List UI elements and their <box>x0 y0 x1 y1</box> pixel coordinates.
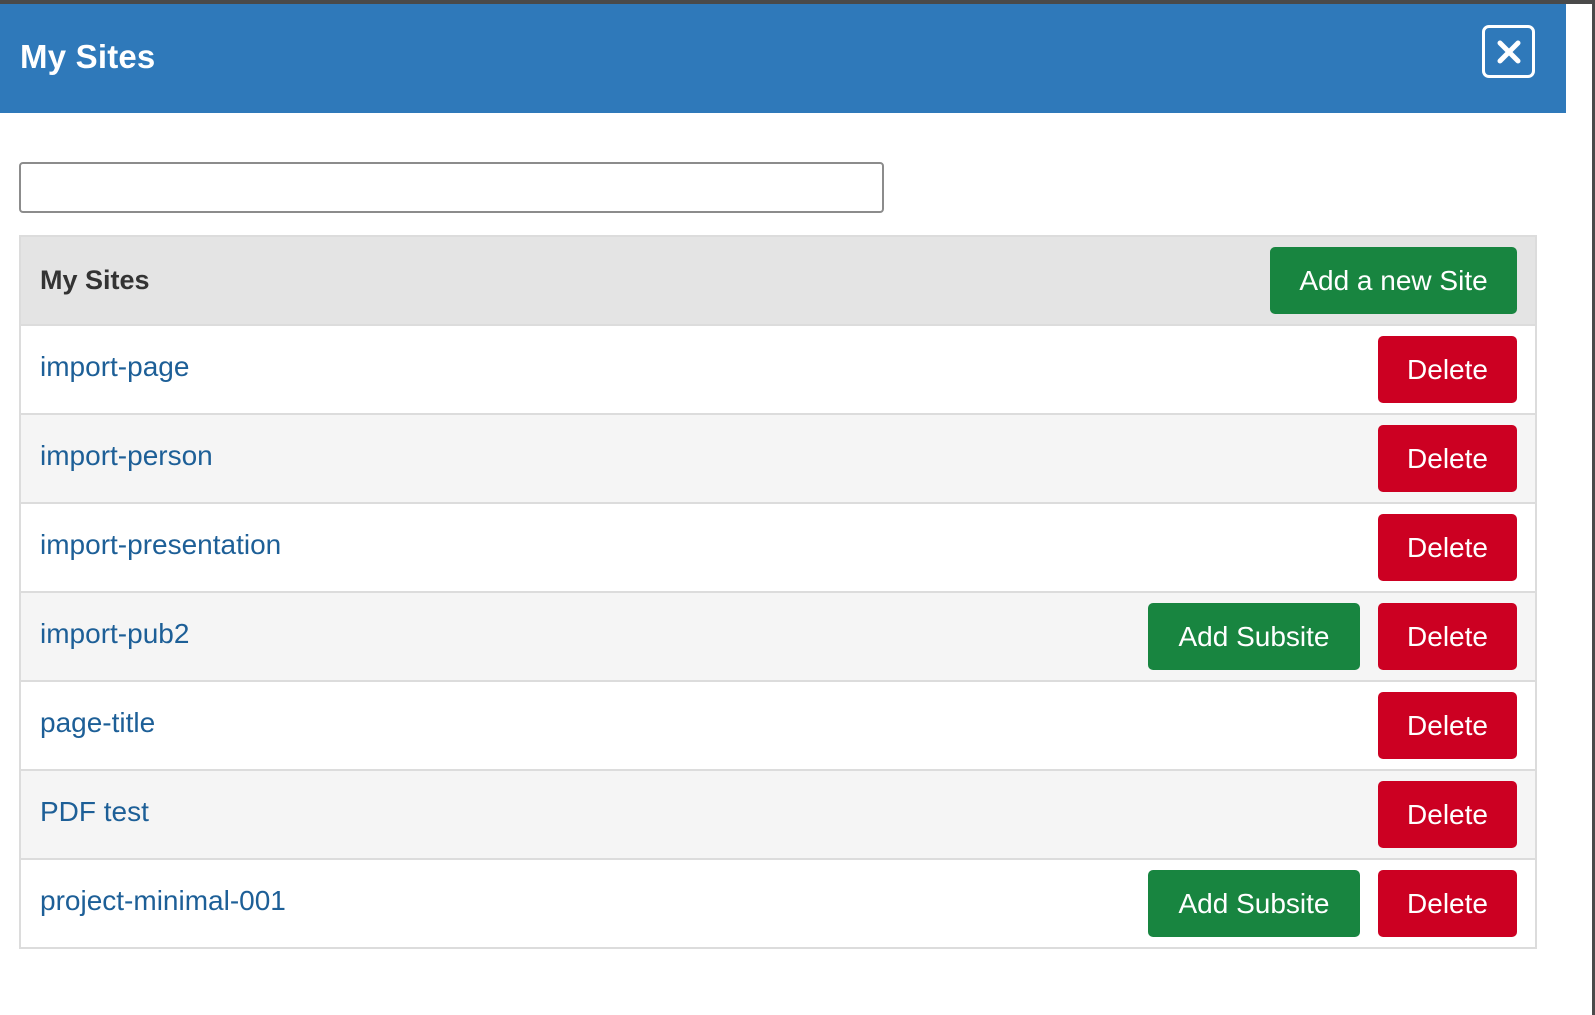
table-row: PDF test Delete <box>21 771 1535 860</box>
add-new-site-button[interactable]: Add a new Site <box>1270 247 1517 314</box>
site-link[interactable]: page-title <box>40 707 155 739</box>
close-icon <box>1497 40 1520 63</box>
my-sites-modal: My Sites My Sites Add a new Site import-… <box>0 4 1566 1015</box>
site-link[interactable]: PDF test <box>40 796 149 828</box>
site-link[interactable]: import-presentation <box>40 529 281 561</box>
table-row: import-presentation Delete <box>21 504 1535 593</box>
table-row: import-page Delete <box>21 326 1535 415</box>
delete-button[interactable]: Delete <box>1378 425 1517 492</box>
table-row: import-person Delete <box>21 415 1535 504</box>
delete-button[interactable]: Delete <box>1378 781 1517 848</box>
sites-table: My Sites Add a new Site import-page Delet… <box>19 235 1537 949</box>
search-input[interactable] <box>19 162 884 213</box>
site-link[interactable]: import-person <box>40 440 213 472</box>
delete-button[interactable]: Delete <box>1378 870 1517 937</box>
modal-header: My Sites <box>0 4 1566 113</box>
site-link[interactable]: import-pub2 <box>40 618 189 650</box>
add-subsite-button[interactable]: Add Subsite <box>1148 603 1360 670</box>
table-header: My Sites Add a new Site <box>21 237 1535 326</box>
delete-button[interactable]: Delete <box>1378 603 1517 670</box>
add-subsite-button[interactable]: Add Subsite <box>1148 870 1360 937</box>
table-header-title: My Sites <box>40 265 150 295</box>
sites-list: import-page Delete import-person Delete impo… <box>21 326 1535 947</box>
table-row: import-pub2 Add Subsite Delete <box>21 593 1535 682</box>
delete-button[interactable]: Delete <box>1378 692 1517 759</box>
table-row: project-minimal-001 Add Subsite Delete <box>21 860 1535 947</box>
site-link[interactable]: project-minimal-001 <box>40 885 286 917</box>
delete-button[interactable]: Delete <box>1378 514 1517 581</box>
close-button[interactable] <box>1482 25 1535 78</box>
table-row: page-title Delete <box>21 682 1535 771</box>
delete-button[interactable]: Delete <box>1378 336 1517 403</box>
modal-title: My Sites <box>20 38 156 75</box>
site-link[interactable]: import-page <box>40 351 189 383</box>
